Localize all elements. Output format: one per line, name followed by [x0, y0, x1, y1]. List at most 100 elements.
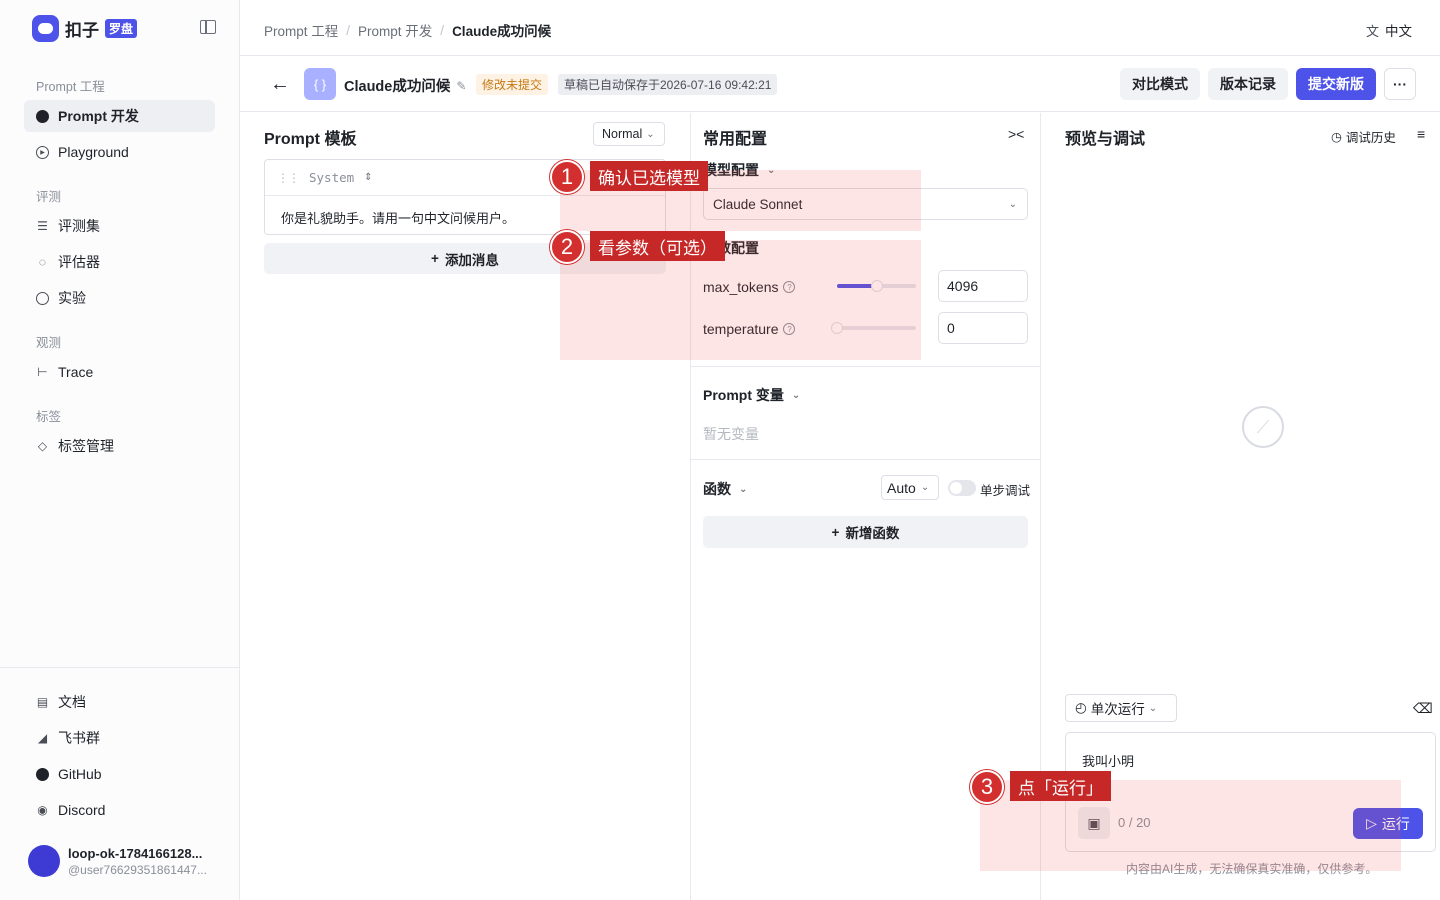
- role-select[interactable]: System: [309, 170, 354, 185]
- sidebar-item-label: 标签管理: [58, 438, 114, 454]
- user-id: @user76629351861447...: [68, 862, 207, 877]
- sidebar-item-playground[interactable]: ▶ Playground: [24, 136, 215, 168]
- back-arrow-icon[interactable]: ←: [270, 74, 290, 94]
- sidebar-item-label: GitHub: [58, 766, 102, 782]
- annotation-number-2: 2: [550, 230, 584, 264]
- step-debug-toggle[interactable]: [948, 480, 976, 496]
- history-clock-icon: ◷: [1331, 130, 1342, 144]
- sidebar-item-feishu[interactable]: ◢ 飞书群: [24, 722, 215, 754]
- functions-section[interactable]: 函数 ⌄: [703, 479, 747, 499]
- function-mode-value: Auto: [887, 479, 916, 496]
- bulb-icon: ◌: [38, 255, 47, 269]
- nav-section-observe: 观测: [36, 336, 62, 350]
- avatar: [28, 845, 60, 877]
- language-switcher[interactable]: 文 中文: [1366, 20, 1412, 40]
- chevron-down-icon: ⌄: [1008, 198, 1017, 210]
- edit-icon[interactable]: ✎: [456, 79, 466, 93]
- sidebar-item-label: 评估器: [58, 254, 100, 270]
- template-mode-select[interactable]: Normal ⌄: [593, 122, 665, 146]
- sidebar-item-label: 实验: [58, 290, 86, 306]
- logo[interactable]: 扣子 罗盘: [32, 15, 138, 42]
- user-profile[interactable]: loop-ok-1784166128... @user7662935186144…: [28, 845, 218, 877]
- nav-section-tags: 标签: [36, 410, 62, 424]
- more-button[interactable]: ···: [1384, 68, 1416, 100]
- clear-chat-icon[interactable]: ⌫: [1413, 700, 1433, 717]
- add-function-button[interactable]: + 新增函数: [703, 516, 1028, 548]
- feishu-icon: ◢: [37, 731, 48, 745]
- chevron-down-icon: ⌄: [920, 482, 930, 493]
- sidebar-item-label: 文档: [58, 694, 86, 710]
- chat-input-text[interactable]: 我叫小明: [1082, 751, 1134, 770]
- prompt-vars-label: Prompt 变量: [703, 387, 784, 403]
- logo-badge: 罗盘: [105, 19, 138, 38]
- drag-handle-icon[interactable]: ⋮⋮: [277, 171, 300, 185]
- collapse-panel-icon[interactable]: ><: [1008, 126, 1024, 142]
- nav-section-prompt: Prompt 工程: [36, 80, 105, 94]
- sidebar-divider: [0, 667, 240, 668]
- breadcrumb-item[interactable]: Prompt 工程: [264, 20, 338, 40]
- menu-list-icon[interactable]: ≡: [1417, 126, 1425, 142]
- annotation-callout-2: 看参数（可选）: [590, 231, 725, 261]
- prompt-title-text: Claude成功问候: [344, 79, 451, 95]
- sidebar-item-label: Playground: [58, 144, 129, 160]
- autosave-badge: 草稿已自动保存于2026-07-16 09:42:21: [558, 74, 778, 95]
- breadcrumb-separator: /: [440, 22, 445, 38]
- sidebar-item-prompt-dev[interactable]: Prompt 开发: [24, 100, 215, 132]
- config-panel-title: 常用配置: [703, 131, 768, 148]
- annotation-callout-1: 确认已选模型: [590, 161, 708, 191]
- prompt-header: ← { } Claude成功问候 ✎ 修改未提交 草稿已自动保存于2026-07…: [240, 56, 1440, 112]
- plus-icon: +: [431, 251, 439, 266]
- chevron-down-icon: ⌄: [1148, 702, 1158, 714]
- chevron-down-icon: ⌄: [739, 483, 748, 495]
- section-divider: [691, 366, 1040, 367]
- prompt-vars-section[interactable]: Prompt 变量 ⌄: [703, 385, 800, 405]
- language-label: 中文: [1385, 24, 1412, 39]
- sidebar-item-trace[interactable]: ⊢ Trace: [24, 356, 215, 388]
- sidebar-item-github[interactable]: GitHub: [24, 758, 215, 790]
- preview-panel-title: 预览与调试: [1065, 131, 1146, 148]
- function-mode-select[interactable]: Auto ⌄: [881, 475, 939, 500]
- sidebar-item-docs[interactable]: ▤ 文档: [24, 686, 215, 718]
- plus-icon: +: [831, 524, 840, 540]
- run-mode-icon: ◴: [1075, 700, 1087, 715]
- sidebar-item-label: 飞书群: [58, 730, 100, 746]
- section-divider: [691, 459, 1040, 460]
- annotation-number-1: 1: [550, 160, 584, 194]
- step-debug-label: 单步调试: [980, 484, 1031, 498]
- sidebar-item-experiments[interactable]: 实验: [24, 282, 215, 314]
- sidebar-item-discord[interactable]: ◉ Discord: [24, 794, 215, 826]
- functions-label: 函数: [703, 481, 731, 497]
- sidebar-item-label: Discord: [58, 802, 106, 818]
- chevron-updown-icon: ⇕: [364, 172, 373, 183]
- compare-mode-button[interactable]: 对比模式: [1120, 68, 1200, 100]
- version-history-button[interactable]: 版本记录: [1208, 68, 1288, 100]
- sidebar-toggle-icon[interactable]: [200, 20, 216, 34]
- debug-history-button[interactable]: ◷ 调试历史: [1331, 127, 1396, 146]
- logo-text: 扣子: [65, 21, 99, 40]
- max-tokens-input[interactable]: 4096: [938, 270, 1028, 302]
- github-icon: [36, 767, 49, 781]
- gauge-icon: [36, 291, 49, 305]
- prompt-chat-icon: [36, 109, 49, 123]
- breadcrumb: Prompt 工程 / Prompt 开发 / Claude成功问候: [264, 20, 551, 40]
- run-mode-select[interactable]: ◴ 单次运行 ⌄: [1065, 694, 1177, 722]
- sidebar-item-evaluators[interactable]: ◌ 评估器: [24, 246, 215, 278]
- annotation-callout-3: 点「运行」: [1010, 771, 1111, 801]
- template-panel-title: Prompt 模板: [264, 131, 357, 148]
- sidebar: 扣子 罗盘 Prompt 工程 Prompt 开发 ▶ Playground 评…: [0, 0, 240, 900]
- logo-icon: [32, 15, 59, 42]
- run-mode-value: 单次运行: [1090, 702, 1145, 717]
- compass-empty-icon: ⟋: [1242, 406, 1284, 448]
- discord-icon: ◉: [37, 803, 48, 817]
- tag-icon: ◇: [37, 439, 48, 453]
- sidebar-item-tags[interactable]: ◇ 标签管理: [24, 430, 215, 462]
- submit-version-button[interactable]: 提交新版: [1296, 68, 1376, 100]
- prompt-braces-icon: { }: [304, 68, 336, 100]
- annotation-number-3: 3: [970, 770, 1004, 804]
- nav-section-eval: 评测: [36, 190, 62, 204]
- breadcrumb-item[interactable]: Prompt 开发: [358, 20, 432, 40]
- temperature-input[interactable]: 0: [938, 312, 1028, 344]
- sidebar-item-datasets[interactable]: ☰ 评测集: [24, 210, 215, 242]
- template-mode-value: Normal: [602, 127, 643, 141]
- translate-icon: 文: [1365, 23, 1379, 39]
